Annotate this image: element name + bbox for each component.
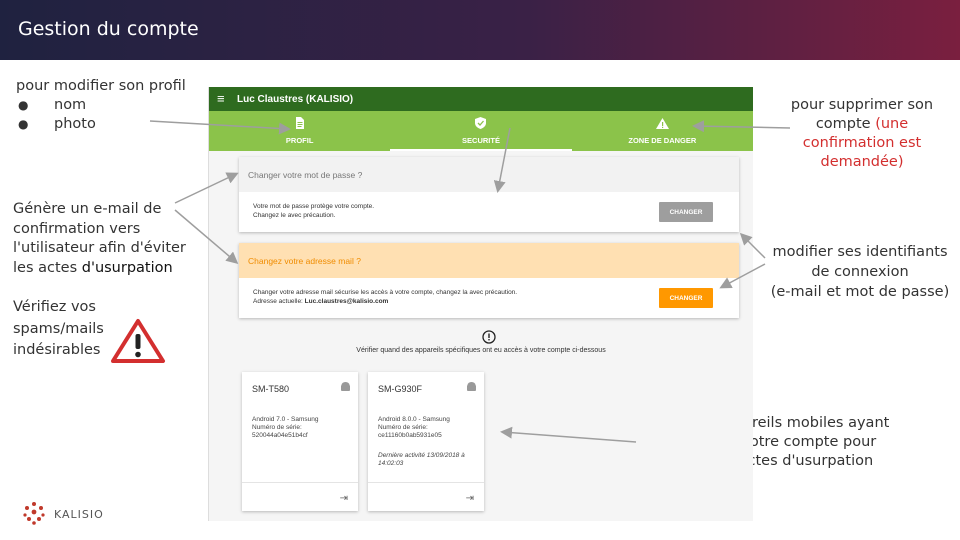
annotation-arrows <box>149 120 791 443</box>
logo-text: KALISIO <box>54 507 104 521</box>
kalisio-logo: KALISIO <box>20 500 104 528</box>
kalisio-logo-icon <box>23 502 45 525</box>
